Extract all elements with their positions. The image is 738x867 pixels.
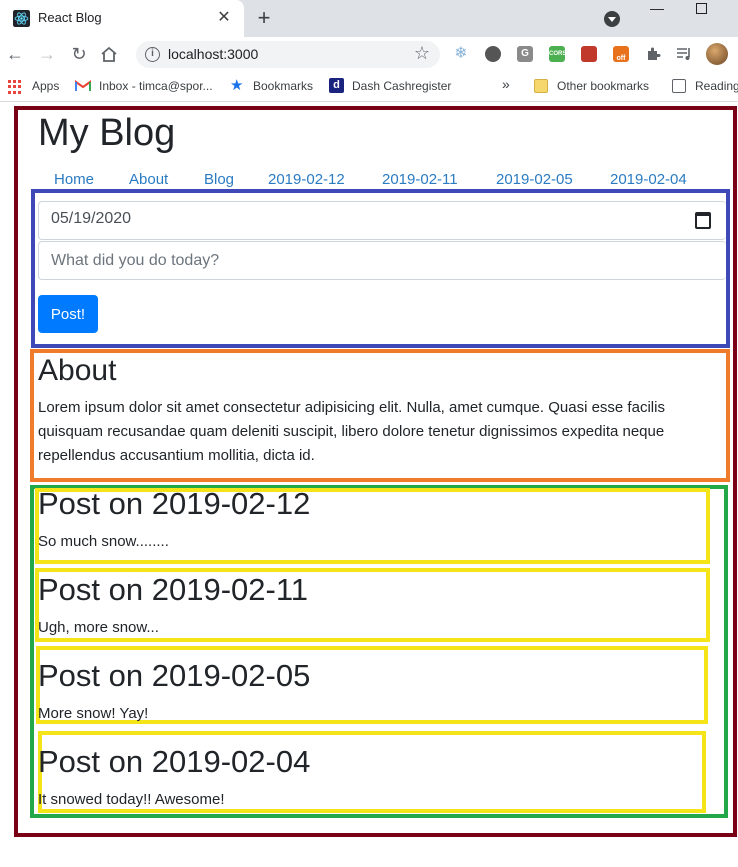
snowflake-extension-icon[interactable]: ❄ <box>453 46 469 62</box>
post-body: Ugh, more snow... <box>38 619 159 636</box>
site-title: My Blog <box>38 112 176 154</box>
extensions-puzzle-icon[interactable] <box>645 46 661 62</box>
browser-tab[interactable]: React Blog ✕ <box>0 0 244 37</box>
nav-link-2019-02-05[interactable]: 2019-02-05 <box>496 171 573 188</box>
nav-link-blog[interactable]: Blog <box>204 171 234 188</box>
bookmarks-overflow-chevron[interactable]: » <box>502 76 510 92</box>
bookmark-star-icon[interactable]: ☆ <box>414 43 430 64</box>
about-paragraph: Lorem ipsum dolor sit amet consectetur a… <box>38 399 665 464</box>
site-info-icon[interactable]: i <box>145 47 160 62</box>
back-icon[interactable]: ← <box>3 42 27 66</box>
bookmark-inbox[interactable]: Inbox - timca@spor... <box>99 79 213 93</box>
bookmark-other[interactable]: Other bookmarks <box>557 79 649 93</box>
date-field[interactable]: 05/19/2020 <box>38 201 726 240</box>
profile-avatar[interactable] <box>706 43 728 65</box>
post-title: Post on 2019-02-05 <box>38 658 311 693</box>
calendar-icon[interactable] <box>695 212 711 229</box>
nav-link-2019-02-04[interactable]: 2019-02-04 <box>610 171 687 188</box>
dash-icon: d <box>329 78 344 93</box>
close-tab-icon[interactable]: ✕ <box>214 8 234 28</box>
apps-grid-icon <box>8 80 22 94</box>
browser-toolbar: ← → ↻ i localhost:3000 ☆ ❄ G CORS off <box>0 37 738 71</box>
bug-extension-icon[interactable] <box>581 46 597 62</box>
nav-link-home[interactable]: Home <box>54 171 94 188</box>
post-title: Post on 2019-02-04 <box>38 744 311 779</box>
star-bookmark-icon: ★ <box>230 77 244 94</box>
tab-title: React Blog <box>38 10 102 25</box>
tab-strip: React Blog ✕ + — <box>0 0 738 37</box>
post-title: Post on 2019-02-11 <box>38 572 309 607</box>
maximize-window-icon[interactable] <box>696 3 707 14</box>
tab-search-icon[interactable] <box>604 11 620 27</box>
nav-link-2019-02-12[interactable]: 2019-02-12 <box>268 171 345 188</box>
bookmark-bookmarks[interactable]: Bookmarks <box>253 79 313 93</box>
folder-icon <box>534 79 548 93</box>
about-heading: About <box>38 354 117 387</box>
g-extension-icon[interactable]: G <box>517 46 533 62</box>
gmail-icon <box>75 80 91 91</box>
circle-extension-icon[interactable] <box>485 46 501 62</box>
home-icon[interactable] <box>100 46 118 62</box>
post-button[interactable]: Post! <box>38 295 98 333</box>
date-value: 05/19/2020 <box>51 210 132 227</box>
page-viewport: My Blog Home About Blog 2019-02-12 2019-… <box>0 103 738 867</box>
address-bar[interactable]: i localhost:3000 ☆ <box>136 41 440 68</box>
bookmarks-bar: Apps Inbox - timca@spor... ★ Bookmarks d… <box>0 71 738 102</box>
bookmark-apps[interactable]: Apps <box>32 79 59 93</box>
reload-icon[interactable]: ↻ <box>67 42 91 66</box>
cors-extension-icon[interactable]: CORS <box>549 46 566 62</box>
post-title: Post on 2019-02-12 <box>38 486 311 521</box>
nav-link-2019-02-11[interactable]: 2019-02-11 <box>382 171 458 188</box>
entry-text-field[interactable] <box>38 241 726 280</box>
off-extension-icon[interactable]: off <box>613 46 629 62</box>
react-logo-icon <box>13 10 30 27</box>
forward-icon[interactable]: → <box>35 42 59 66</box>
new-tab-button[interactable]: + <box>253 6 275 30</box>
nav-link-about[interactable]: About <box>129 171 168 188</box>
reading-list-icon <box>672 79 686 93</box>
media-queue-icon[interactable] <box>676 46 692 62</box>
post-body: So much snow........ <box>38 533 169 550</box>
url-text: localhost:3000 <box>168 46 259 62</box>
bookmark-dash-cashregister[interactable]: Dash Cashregister <box>352 79 451 93</box>
post-body: More snow! Yay! <box>38 705 149 722</box>
bookmark-reading-list[interactable]: Reading <box>695 79 738 93</box>
post-body: It snowed today!! Awesome! <box>38 791 225 808</box>
minimize-window-icon[interactable]: — <box>650 1 664 15</box>
